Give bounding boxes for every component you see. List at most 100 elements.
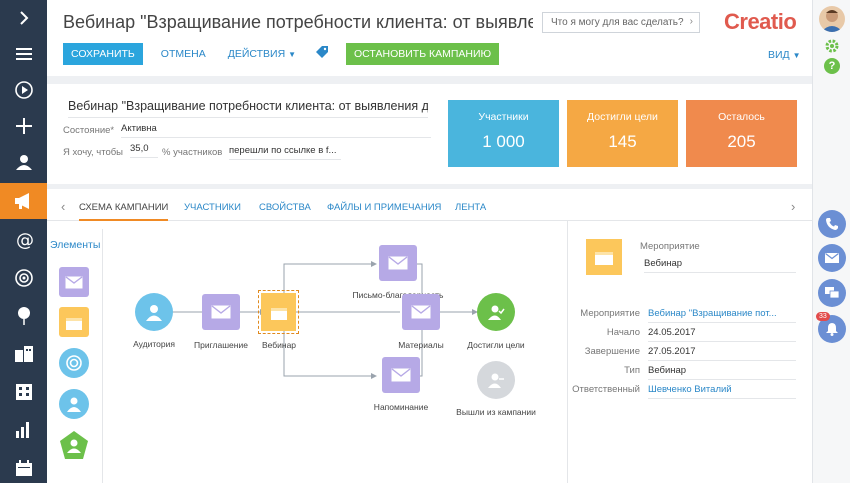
page-header: Вебинар "Взращивание потребности клиента…: [47, 0, 812, 76]
phone-icon[interactable]: [818, 210, 846, 238]
chat-icon[interactable]: [818, 279, 846, 307]
save-button[interactable]: СОХРАНИТЬ: [63, 43, 143, 65]
email-icon: [211, 305, 231, 319]
notification-count-badge: 33: [816, 312, 830, 321]
webinar-node[interactable]: [258, 290, 299, 334]
avatar[interactable]: [819, 6, 845, 32]
stat-remaining[interactable]: Осталось 205: [686, 100, 797, 167]
detail-label: Тип: [624, 365, 640, 376]
exited-node[interactable]: [477, 361, 515, 399]
tab-bar: ‹ СХЕМА КАМПАНИИ УЧАСТНИКИ СВОЙСТВА ФАЙЛ…: [47, 189, 812, 221]
stat-value: 205: [727, 132, 756, 151]
target-icon[interactable]: [59, 348, 89, 378]
email-icon[interactable]: [818, 244, 846, 272]
email-at-icon[interactable]: @: [0, 222, 47, 258]
thanks-letter-node[interactable]: [379, 245, 417, 281]
calendar-icon: [270, 307, 287, 320]
detail-value-type[interactable]: Вебинар: [648, 365, 796, 380]
toolbar: СОХРАНИТЬ ОТМЕНА ДЕЙСТВИЯ ▼ ОСТАНОВИТЬ К…: [63, 43, 500, 65]
right-sidebar: ? 33: [812, 0, 850, 483]
state-label: Состояние*: [63, 125, 115, 136]
details-header-label: Мероприятие: [640, 241, 700, 252]
stat-value: 145: [608, 132, 637, 151]
add-icon[interactable]: [0, 108, 47, 144]
tab-feed[interactable]: ЛЕНТА: [455, 202, 486, 213]
tab-files-notes[interactable]: ФАЙЛЫ И ПРИМЕЧАНИЯ: [327, 202, 441, 213]
email-icon: [411, 305, 431, 319]
menu-icon[interactable]: [0, 36, 47, 72]
exit-icon[interactable]: [59, 430, 89, 460]
reminder-label: Напоминание: [373, 402, 429, 412]
campaigns-megaphone-icon[interactable]: [0, 183, 47, 219]
detail-value-owner[interactable]: Шевченко Виталий: [648, 384, 796, 399]
campaign-name-field[interactable]: Вебинар "Взращивание потребности клиента…: [68, 99, 428, 118]
state-value[interactable]: Активна: [121, 123, 431, 138]
page-title: Вебинар "Взращивание потребности клиента…: [63, 12, 533, 32]
exited-label: Вышли из кампании: [456, 407, 536, 417]
audience-label: Аудитория: [133, 339, 175, 349]
elements-palette: Элементы: [47, 229, 103, 483]
campaign-main-panel: ‹ СХЕМА КАМПАНИИ УЧАСТНИКИ СВОЙСТВА ФАЙЛ…: [47, 189, 812, 483]
tabs-scroll-left-icon[interactable]: ‹: [61, 199, 65, 214]
detail-value-event[interactable]: Вебинар "Взращивание пот...: [648, 308, 796, 323]
goal-label: Я хочу, чтобы: [63, 147, 123, 158]
target-icon[interactable]: [0, 260, 47, 296]
building-icon[interactable]: [0, 374, 47, 410]
cancel-button[interactable]: ОТМЕНА: [161, 48, 206, 60]
person-exit-icon: [488, 373, 504, 388]
tab-properties[interactable]: СВОЙСТВА: [259, 202, 311, 213]
svg-text:@: @: [16, 231, 33, 249]
contact-icon[interactable]: [0, 144, 47, 180]
stat-reached-goal[interactable]: Достигли цели 145: [567, 100, 678, 167]
help-icon[interactable]: ?: [824, 58, 840, 74]
diagram-connectors: [169, 261, 478, 379]
detail-label: Начало: [606, 327, 640, 338]
email-icon: [391, 368, 411, 382]
chevron-right-icon: ›: [689, 16, 693, 27]
detail-value-end[interactable]: 27.05.2017: [648, 346, 796, 361]
calendar-icon[interactable]: [0, 450, 47, 483]
caret-down-icon: ▼: [288, 50, 297, 59]
stop-campaign-button[interactable]: ОСТАНОВИТЬ КАМПАНИЮ: [346, 43, 500, 65]
webinar-label: Вебинар: [261, 340, 297, 350]
element-details-panel: Мероприятие Вебинар Мероприятие Вебинар …: [567, 221, 812, 483]
calendar-icon[interactable]: [59, 307, 89, 337]
invitation-node[interactable]: [202, 294, 240, 330]
audience-node[interactable]: [135, 293, 173, 331]
detail-label: Ответственный: [572, 384, 640, 395]
person-icon[interactable]: [59, 389, 89, 419]
command-search-input[interactable]: Что я могу для вас сделать? ›: [542, 12, 700, 33]
view-label: ВИД: [768, 49, 790, 61]
stat-participants[interactable]: Участники 1 000: [448, 100, 559, 167]
person-check-icon: [488, 305, 505, 320]
details-header-value[interactable]: Вебинар: [644, 258, 796, 273]
tab-participants[interactable]: УЧАСТНИКИ: [184, 202, 241, 213]
email-icon[interactable]: [59, 267, 89, 297]
gear-icon[interactable]: [824, 38, 840, 59]
detail-value-start[interactable]: 24.05.2017: [648, 327, 796, 342]
tag-icon[interactable]: [316, 45, 329, 63]
goal-percent-input[interactable]: 35,0: [130, 143, 158, 158]
analytics-icon[interactable]: [0, 412, 47, 448]
stat-value: 1 000: [482, 132, 525, 151]
tab-campaign-scheme[interactable]: СХЕМА КАМПАНИИ: [79, 202, 169, 221]
goal-reached-node[interactable]: [477, 293, 515, 331]
search-placeholder: Что я могу для вас сделать?: [551, 17, 684, 28]
campaign-diagram-canvas[interactable]: Аудитория Приглашение Вебинар Письмо-бла…: [104, 221, 564, 483]
lead-balloon-icon[interactable]: [0, 298, 47, 334]
expand-icon[interactable]: [0, 0, 47, 36]
play-icon[interactable]: [0, 72, 47, 108]
stat-title: Осталось: [718, 111, 765, 123]
goal-reached-label: Достигли цели: [467, 340, 525, 350]
goal-condition-select[interactable]: перешли по ссылке в f...: [229, 145, 341, 160]
creatio-logo: Creatio: [724, 9, 797, 34]
actions-menu[interactable]: ДЕЙСТВИЯ ▼: [228, 48, 296, 60]
reminder-node[interactable]: [382, 357, 420, 393]
view-menu[interactable]: ВИД ▼: [768, 49, 801, 61]
accounts-building-icon[interactable]: [0, 336, 47, 372]
invitation-label: Приглашение: [194, 340, 248, 350]
person-icon: [146, 305, 162, 321]
materials-node[interactable]: [402, 294, 440, 330]
actions-label: ДЕЙСТВИЯ: [227, 48, 286, 60]
tabs-scroll-right-icon[interactable]: ›: [791, 199, 795, 214]
